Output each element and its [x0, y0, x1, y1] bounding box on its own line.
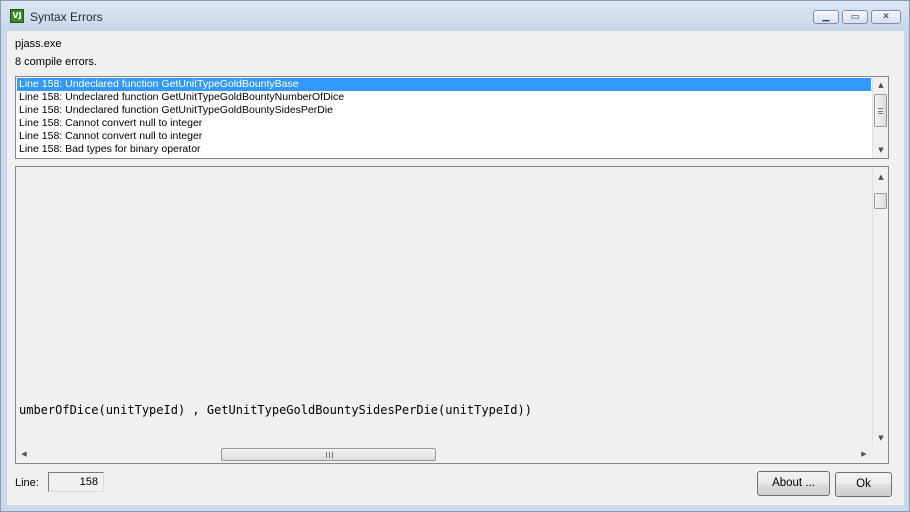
error-list-item[interactable]: Line 158: Undeclared function GetUnitTyp… [17, 78, 871, 91]
code-line: umberOfDice(unitTypeId) , GetUnitTypeGol… [19, 403, 532, 417]
error-list[interactable]: Line 158: Undeclared function GetUnitTyp… [15, 76, 889, 159]
error-list-item[interactable]: Line 158: Cannot convert null to integer [17, 130, 871, 143]
scroll-down-arrow-icon[interactable]: ▼ [873, 142, 888, 158]
code-view-vertical-scroll-thumb[interactable] [874, 193, 887, 209]
error-list-scroll-thumb[interactable] [874, 94, 887, 127]
close-icon: ✕ [882, 12, 890, 22]
scrollbar-corner [872, 446, 888, 463]
code-view-horizontal-scroll-thumb[interactable] [221, 448, 436, 461]
code-view-horizontal-scrollbar[interactable]: ◀ ▶ [16, 446, 872, 463]
syntax-errors-window: VJ Syntax Errors ▁ ▭ ✕ pjass.exe 8 compi… [0, 0, 910, 512]
maximize-icon: ▭ [850, 12, 860, 22]
close-button[interactable]: ✕ [871, 10, 901, 24]
scroll-down-arrow-icon[interactable]: ▼ [873, 430, 888, 446]
error-list-item[interactable]: Line 158: Undeclared function GetUnitTyp… [17, 104, 871, 117]
maximize-button[interactable]: ▭ [842, 10, 868, 24]
dialog-client-area: pjass.exe 8 compile errors. Line 158: Un… [7, 31, 904, 505]
error-list-scrollbar[interactable]: ▲ ▼ [872, 77, 888, 158]
scroll-up-arrow-icon[interactable]: ▲ [873, 77, 888, 93]
minimize-icon: ▁ [822, 12, 830, 22]
minimize-button[interactable]: ▁ [813, 10, 839, 24]
window-title: Syntax Errors [30, 10, 103, 24]
scroll-left-arrow-icon[interactable]: ◀ [16, 446, 32, 463]
code-view-vertical-scrollbar[interactable]: ▲ ▼ [872, 167, 888, 446]
error-list-item[interactable]: Line 158: Bad types for binary operator [17, 143, 871, 156]
app-icon: VJ [10, 9, 24, 23]
scroll-right-arrow-icon[interactable]: ▶ [856, 446, 872, 463]
code-view[interactable]: umberOfDice(unitTypeId) , GetUnitTypeGol… [15, 166, 889, 464]
error-list-item[interactable]: Line 158: Undeclared function GetUnitTyp… [17, 91, 871, 104]
error-list-item[interactable]: Line 158: Cannot convert null to integer [17, 117, 871, 130]
compiler-name: pjass.exe [15, 38, 62, 50]
scroll-up-arrow-icon[interactable]: ▲ [873, 169, 888, 185]
title-bar[interactable]: VJ Syntax Errors ▁ ▭ ✕ [1, 1, 909, 31]
about-button[interactable]: About ... [757, 471, 830, 496]
error-count: 8 compile errors. [15, 56, 97, 68]
ok-button[interactable]: Ok [835, 472, 892, 497]
line-number-field: 158 [48, 472, 104, 492]
line-label: Line: [15, 477, 39, 489]
